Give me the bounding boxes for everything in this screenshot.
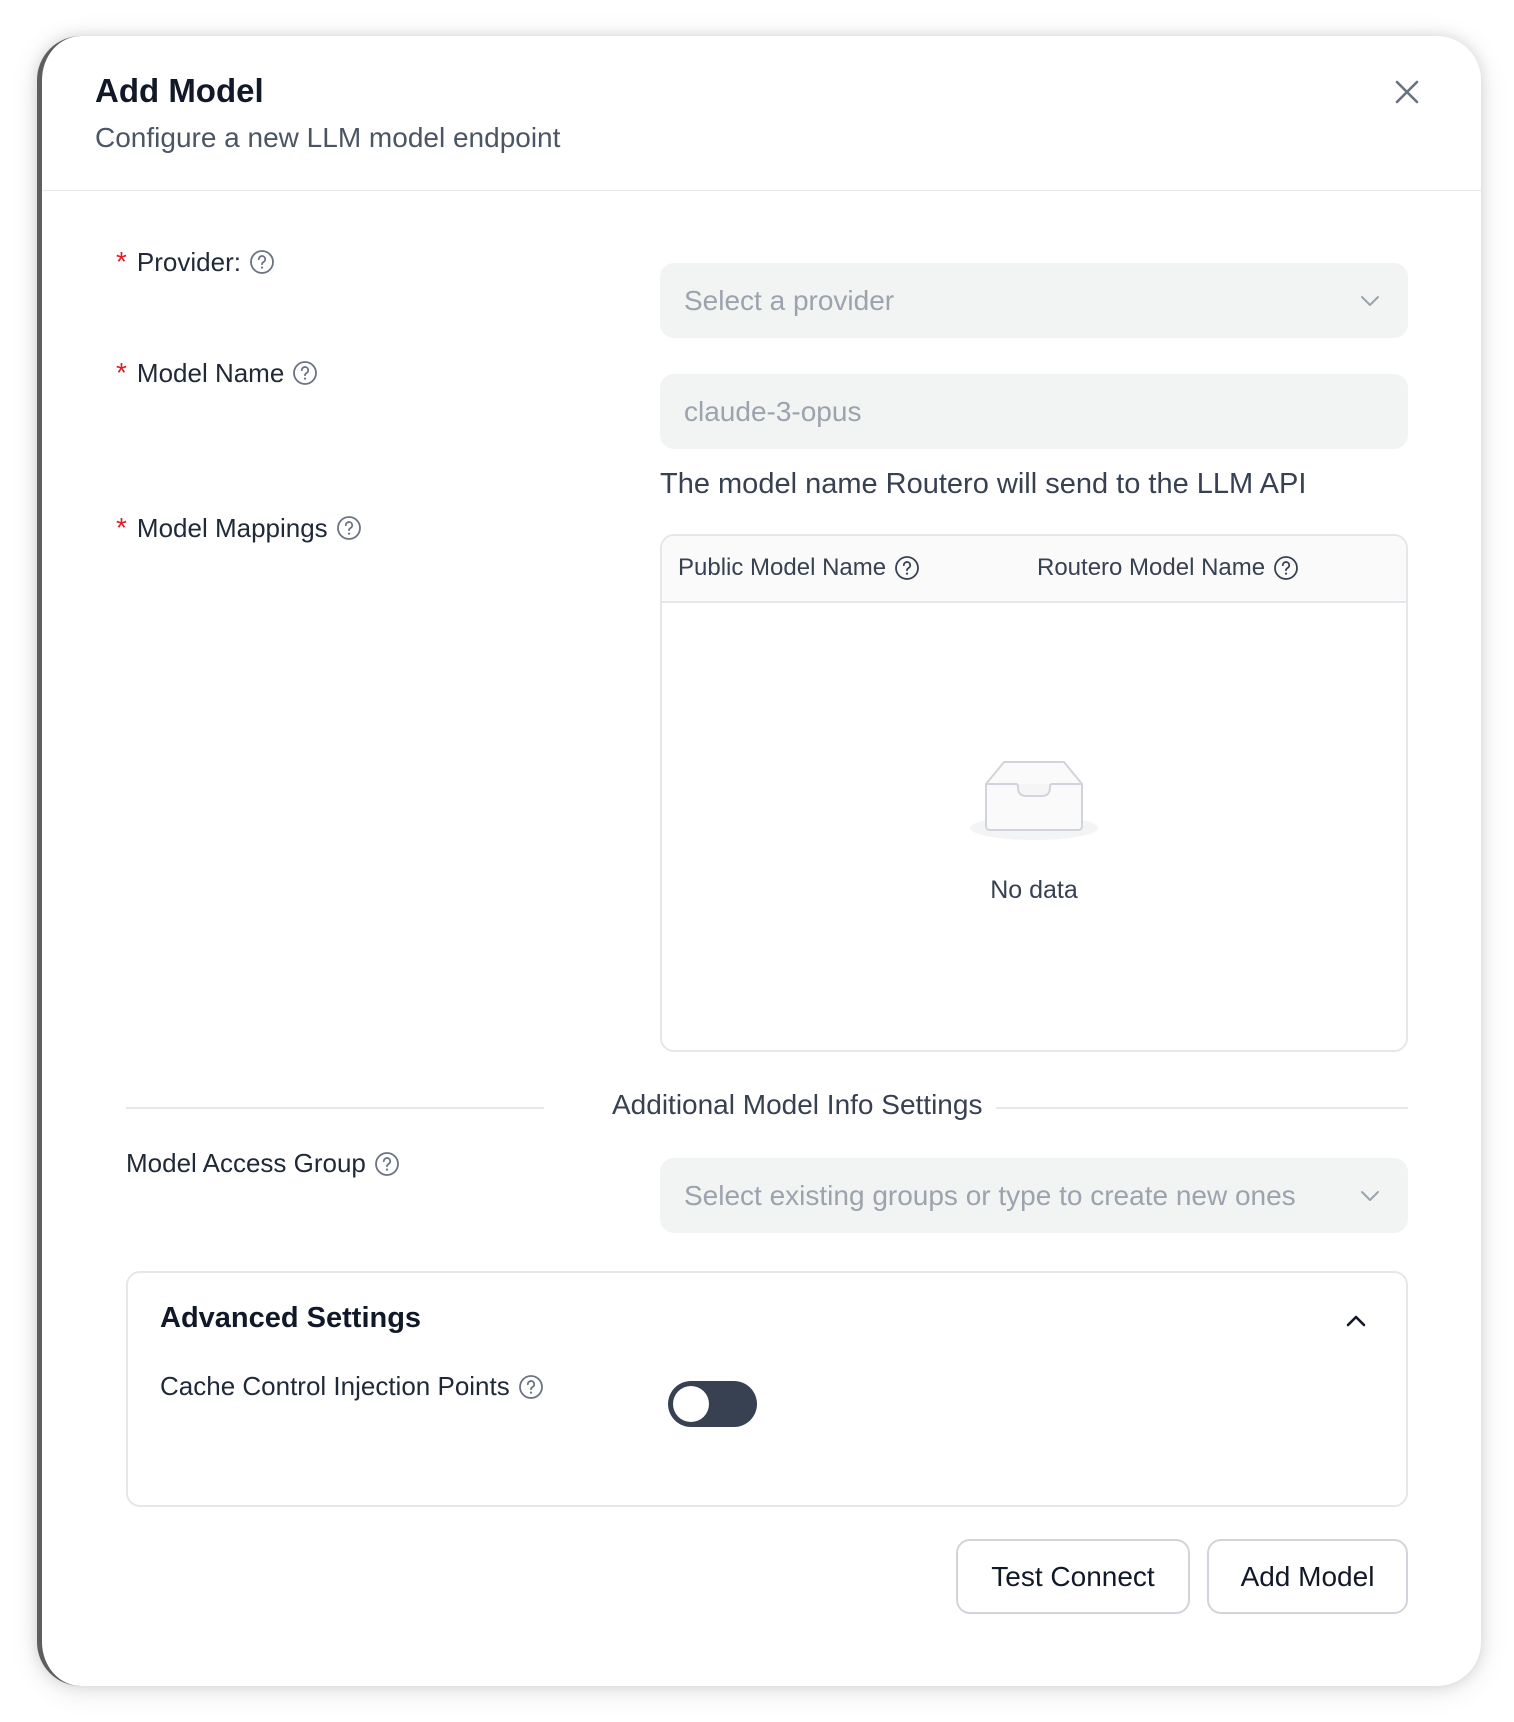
required-mark: *: [116, 357, 127, 388]
model-mappings-label-text: Model Mappings: [136, 512, 328, 543]
chevron-down-icon: [1361, 1191, 1379, 1201]
cache-control-label-text: Cache Control Injection Points: [160, 1371, 510, 1401]
provider-select[interactable]: Select a provider: [660, 263, 1408, 338]
column-header-label: Public Model Name: [678, 554, 887, 581]
question-circle-icon[interactable]: [518, 1374, 544, 1400]
model-access-group-placeholder: Select existing groups or type to create…: [684, 1179, 1296, 1211]
test-connect-button[interactable]: Test Connect: [956, 1539, 1190, 1614]
provider-placeholder: Select a provider: [684, 284, 895, 316]
model-access-group-select[interactable]: Select existing groups or type to create…: [660, 1158, 1408, 1233]
model-name-label: * Model Name: [116, 357, 318, 389]
question-circle-icon[interactable]: [374, 1151, 400, 1177]
close-button[interactable]: [1385, 70, 1429, 114]
model-access-group-label-text: Model Access Group: [126, 1148, 366, 1178]
dialog-title: Add Model: [95, 72, 264, 109]
provider-label: * Provider:: [116, 246, 275, 278]
toggle-knob: [673, 1386, 709, 1422]
advanced-settings-panel: Advanced Settings Cache Control Injectio…: [126, 1271, 1408, 1507]
empty-state-text: No data: [990, 876, 1078, 904]
column-header-routero-model: Routero Model Name: [1037, 554, 1299, 582]
chevron-up-icon[interactable]: [1342, 1307, 1370, 1335]
question-circle-icon[interactable]: [894, 555, 920, 581]
column-header-label: Routero Model Name: [1037, 554, 1266, 581]
question-circle-icon[interactable]: [336, 515, 362, 541]
provider-label-text: Provider:: [136, 246, 241, 277]
model-mappings-label: * Model Mappings: [116, 512, 362, 544]
model-name-placeholder: claude-3-opus: [684, 395, 862, 427]
dialog-subtitle: Configure a new LLM model endpoint: [95, 122, 561, 153]
model-name-input[interactable]: claude-3-opus: [660, 374, 1408, 449]
section-divider-left: [126, 1107, 544, 1109]
table-header: Public Model Name Routero Model Name: [662, 536, 1406, 603]
model-name-hint: The model name Routero will send to the …: [660, 468, 1307, 500]
question-circle-icon[interactable]: [249, 249, 275, 275]
required-mark: *: [116, 246, 127, 277]
model-access-group-label: Model Access Group: [126, 1148, 400, 1179]
add-model-dialog: Add Model Configure a new LLM model endp…: [37, 36, 1481, 1686]
section-divider-right: [996, 1107, 1408, 1109]
model-name-label-text: Model Name: [136, 357, 285, 388]
chevron-down-icon: [1361, 296, 1379, 306]
question-circle-icon[interactable]: [1273, 555, 1299, 581]
column-header-public-model: Public Model Name: [678, 554, 920, 582]
add-model-button[interactable]: Add Model: [1207, 1539, 1408, 1614]
cache-control-label: Cache Control Injection Points: [160, 1371, 544, 1402]
required-mark: *: [116, 512, 127, 543]
cache-control-toggle[interactable]: [668, 1381, 757, 1427]
question-circle-icon[interactable]: [292, 360, 318, 386]
dialog-header: Add Model Configure a new LLM model endp…: [42, 36, 1481, 191]
empty-inbox-icon: [970, 761, 1098, 840]
section-divider-title: Additional Model Info Settings: [612, 1089, 983, 1120]
model-mappings-table: Public Model Name Routero Model Name No …: [660, 534, 1408, 1052]
close-icon: [1395, 80, 1419, 104]
advanced-settings-title[interactable]: Advanced Settings: [160, 1302, 421, 1335]
